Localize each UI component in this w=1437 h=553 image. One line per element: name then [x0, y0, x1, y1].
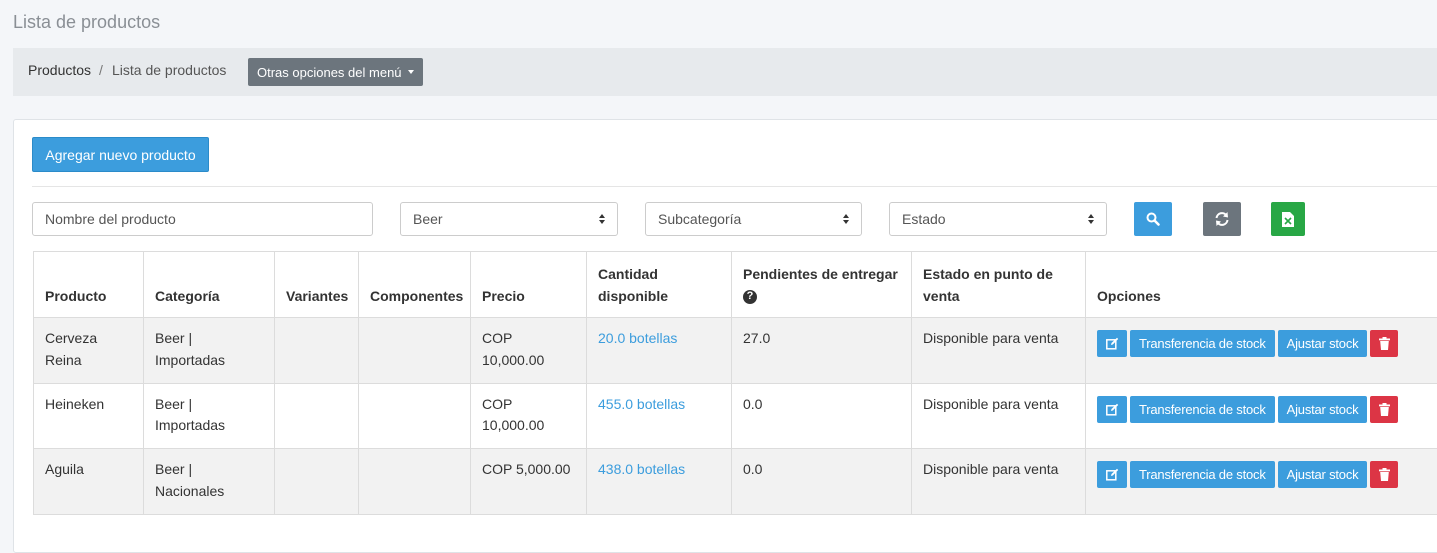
excel-icon: [1282, 211, 1294, 227]
column-header-pending-label: Pendientes de entregar: [743, 266, 898, 282]
cell-product: Aguila: [33, 448, 144, 515]
category-select[interactable]: Beer: [400, 202, 618, 236]
export-excel-button[interactable]: [1271, 202, 1305, 236]
table-row: Cerveza Reina Beer | Importadas COP 10,0…: [33, 317, 1437, 384]
search-button[interactable]: [1134, 202, 1172, 236]
select-arrows-icon: [1088, 214, 1094, 224]
add-product-button[interactable]: Agregar nuevo producto: [32, 137, 209, 172]
page-title: Lista de productos: [13, 12, 161, 32]
question-circle-icon[interactable]: ?: [743, 289, 757, 304]
product-list-card: Agregar nuevo producto Beer Subcategoría…: [13, 119, 1437, 553]
column-header-components: Componentes: [358, 251, 471, 318]
cell-components: [358, 317, 471, 384]
cell-variants: [274, 448, 359, 515]
cell-category: Beer | Importadas: [143, 382, 275, 449]
stock-transfer-button[interactable]: Transferencia de stock: [1130, 461, 1275, 488]
cell-price: COP 5,000.00: [470, 448, 587, 515]
cell-quantity: 20.0 botellas: [586, 317, 732, 384]
quantity-link[interactable]: 455.0 botellas: [598, 396, 685, 412]
cell-components: [358, 382, 471, 449]
delete-button[interactable]: [1370, 330, 1399, 357]
search-icon: [1146, 212, 1160, 226]
cell-pos-status: Disponible para venta: [911, 382, 1086, 449]
stock-transfer-button[interactable]: Transferencia de stock: [1130, 330, 1275, 357]
cell-quantity: 455.0 botellas: [586, 382, 732, 449]
edit-button[interactable]: [1097, 461, 1127, 488]
adjust-stock-button[interactable]: Ajustar stock: [1277, 330, 1368, 357]
breadcrumb: Productos / Lista de productos Otras opc…: [13, 48, 1437, 96]
divider: [32, 186, 1437, 187]
cell-pending: 0.0: [731, 448, 912, 515]
caret-down-icon: [407, 70, 414, 74]
table-header-row: Producto Categoría Variantes Componentes…: [33, 251, 1437, 318]
cell-category: Beer | Importadas: [143, 317, 275, 384]
cell-pos-status: Disponible para venta: [911, 317, 1086, 384]
edit-button[interactable]: [1097, 330, 1127, 357]
cell-quantity: 438.0 botellas: [586, 448, 732, 515]
trash-icon: [1378, 402, 1390, 416]
column-header-quantity[interactable]: Cantidad disponible: [586, 251, 732, 318]
other-menu-options-button[interactable]: Otras opciones del menú: [248, 58, 423, 86]
quantity-link[interactable]: 20.0 botellas: [598, 330, 677, 346]
products-table: Producto Categoría Variantes Componentes…: [33, 251, 1437, 515]
cell-product: Heineken: [33, 382, 144, 449]
trash-icon: [1378, 468, 1390, 481]
edit-icon: [1105, 403, 1118, 416]
quantity-link[interactable]: 438.0 botellas: [598, 461, 685, 477]
delete-button[interactable]: [1370, 461, 1399, 488]
status-select-value: Estado: [902, 211, 946, 227]
breadcrumb-separator: /: [99, 62, 103, 78]
cell-price: COP 10,000.00: [470, 382, 587, 449]
other-menu-options-label: Otras opciones del menú: [257, 64, 402, 80]
edit-icon: [1105, 468, 1118, 481]
select-arrows-icon: [843, 214, 849, 224]
breadcrumb-link-productos[interactable]: Productos: [28, 62, 91, 78]
cell-options: Transferencia de stock Ajustar stock: [1085, 448, 1437, 515]
delete-button[interactable]: [1370, 395, 1399, 423]
column-header-price[interactable]: Precio: [470, 251, 587, 318]
column-header-category[interactable]: Categoría: [143, 251, 275, 318]
select-arrows-icon: [599, 214, 605, 224]
adjust-stock-button[interactable]: Ajustar stock: [1277, 395, 1368, 423]
column-header-product[interactable]: Producto: [33, 251, 144, 318]
edit-button[interactable]: [1097, 395, 1127, 423]
stock-transfer-button[interactable]: Transferencia de stock: [1130, 395, 1275, 423]
cell-category: Beer | Nacionales: [143, 448, 275, 515]
cell-options: Transferencia de stock Ajustar stock: [1085, 382, 1437, 449]
product-name-input[interactable]: [45, 211, 360, 227]
cell-variants: [274, 317, 359, 384]
product-name-field[interactable]: [32, 202, 373, 236]
column-header-pending: Pendientes de entregar ?: [731, 251, 912, 318]
column-header-variants: Variantes: [274, 251, 359, 318]
cell-pos-status: Disponible para venta: [911, 448, 1086, 515]
cell-price: COP 10,000.00: [470, 317, 587, 384]
cell-pending: 27.0: [731, 317, 912, 384]
category-select-value: Beer: [413, 211, 443, 227]
cell-components: [358, 448, 471, 515]
trash-icon: [1378, 337, 1390, 350]
refresh-icon: [1215, 212, 1229, 226]
breadcrumb-current: Lista de productos: [112, 62, 227, 78]
column-header-options: Opciones: [1085, 251, 1437, 318]
cell-options: Transferencia de stock Ajustar stock: [1085, 317, 1437, 384]
column-header-pos-status: Estado en punto de venta: [911, 251, 1086, 318]
status-select[interactable]: Estado: [889, 202, 1107, 236]
cell-pending: 0.0: [731, 382, 912, 449]
table-row: Heineken Beer | Importadas COP 10,000.00…: [33, 382, 1437, 449]
cell-product: Cerveza Reina: [33, 317, 144, 384]
cell-variants: [274, 382, 359, 449]
edit-icon: [1105, 337, 1118, 350]
subcategory-select-value: Subcategoría: [658, 211, 742, 227]
refresh-button[interactable]: [1203, 202, 1241, 236]
table-row: Aguila Beer | Nacionales COP 5,000.00 43…: [33, 448, 1437, 515]
adjust-stock-button[interactable]: Ajustar stock: [1277, 461, 1368, 488]
subcategory-select[interactable]: Subcategoría: [645, 202, 862, 236]
